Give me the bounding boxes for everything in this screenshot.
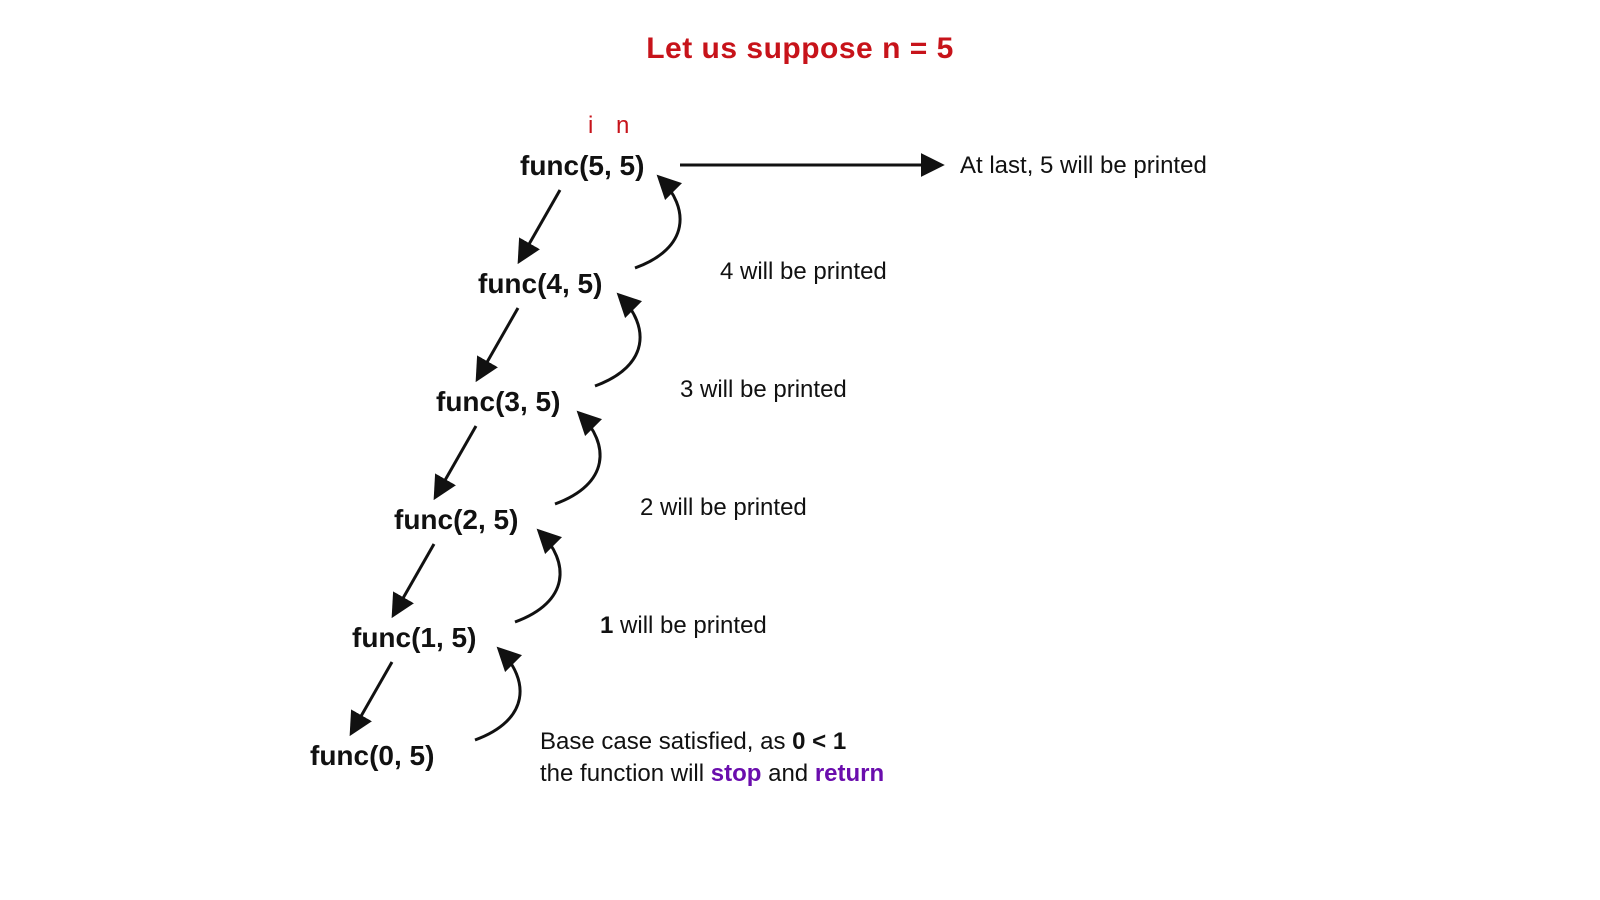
- arrow-down-3-2: [436, 426, 476, 496]
- arrow-return-0-1: [475, 650, 520, 740]
- call-func-0-5: func(0, 5): [310, 740, 434, 772]
- arrow-down-2-1: [394, 544, 434, 614]
- arrow-return-3-4: [595, 296, 640, 386]
- call-func-4-5: func(4, 5): [478, 268, 602, 300]
- call-func-3-5: func(3, 5): [436, 386, 560, 418]
- note-4-printed: 4 will be printed: [720, 258, 887, 286]
- call-func-1-5: func(1, 5): [352, 622, 476, 654]
- arrow-return-2-3: [555, 414, 600, 504]
- base-line2a: the function will: [540, 760, 711, 787]
- note-1-bold: 1: [600, 612, 613, 639]
- call-func-5-5: func(5, 5): [520, 150, 644, 182]
- note-3-printed: 3 will be printed: [680, 376, 847, 404]
- note-base-case: Base case satisfied, as 0 < 1 the functi…: [540, 726, 884, 791]
- note-at-last-5: At last, 5 will be printed: [960, 152, 1207, 180]
- arrow-down-4-3: [478, 308, 518, 378]
- arrow-return-4-5: [635, 178, 680, 268]
- base-line1a: Base case satisfied, as: [540, 728, 792, 755]
- param-i-label: i: [588, 112, 593, 140]
- arrow-down-5-4: [520, 190, 560, 260]
- base-return: return: [815, 760, 884, 787]
- base-line1b: 0 < 1: [792, 728, 846, 755]
- call-func-2-5: func(2, 5): [394, 504, 518, 536]
- diagram-stage: Let us suppose n = 5 i n func(5, 5) func…: [0, 0, 1600, 900]
- note-1-printed: 1 will be printed: [600, 612, 767, 640]
- base-and: and: [761, 760, 814, 787]
- arrow-down-1-0: [352, 662, 392, 732]
- diagram-title: Let us suppose n = 5: [0, 32, 1600, 66]
- note-1-rest: will be printed: [613, 612, 766, 639]
- note-2-printed: 2 will be printed: [640, 494, 807, 522]
- param-labels: i n: [580, 112, 637, 140]
- param-n-label: n: [616, 112, 629, 140]
- arrow-return-1-2: [515, 532, 560, 622]
- base-stop: stop: [711, 760, 762, 787]
